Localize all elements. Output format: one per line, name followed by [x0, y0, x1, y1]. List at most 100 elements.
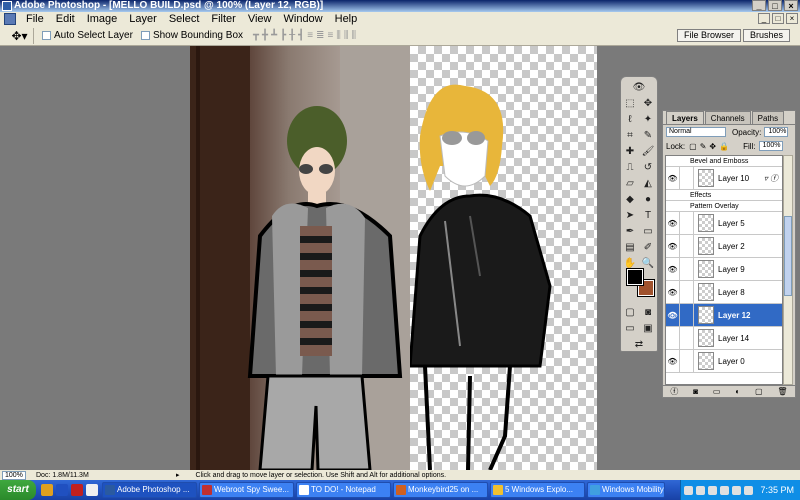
menu-view[interactable]: View — [242, 13, 278, 25]
marquee-tool-icon[interactable]: ⬚ — [623, 97, 638, 111]
dodge-tool-icon[interactable]: ● — [641, 193, 656, 207]
brushes-tab[interactable]: Brushes — [742, 29, 790, 42]
checkbox-box[interactable] — [140, 31, 150, 40]
layer-effect-row[interactable]: Effects — [666, 190, 782, 201]
taskbar-button-photoshop[interactable]: Adobe Photoshop ... — [102, 482, 197, 498]
opacity-field[interactable]: 100% — [764, 127, 789, 137]
brush-link-icon[interactable] — [680, 304, 694, 326]
layer-effect-row[interactable]: Bevel and Emboss — [666, 156, 782, 167]
jump-to-imageready-icon[interactable]: ⇄ — [632, 338, 647, 352]
close-button[interactable]: × — [784, 0, 798, 11]
start-button[interactable]: start — [0, 480, 36, 500]
layer-row[interactable]: 👁 Layer 0 — [666, 350, 782, 373]
layer-mask-icon[interactable]: ◙ — [693, 387, 698, 396]
tab-channels[interactable]: Channels — [704, 111, 751, 124]
layer-row[interactable]: 👁 Layer 2 — [666, 235, 782, 258]
tray-icon[interactable] — [684, 485, 694, 495]
lock-image-icon[interactable]: ✎ — [700, 142, 707, 151]
move-tool-icon[interactable]: ✥ — [641, 97, 656, 111]
lock-transparency-icon[interactable]: ▢ — [689, 142, 697, 151]
doc-close-button[interactable]: × — [786, 13, 798, 24]
quick-launch-icon[interactable] — [41, 484, 53, 496]
align-left-icon[interactable]: ┣ — [280, 30, 286, 41]
standard-screen-mode-icon[interactable]: ▭ — [623, 322, 638, 336]
layer-row-selected[interactable]: 👁 Layer 12 — [666, 304, 782, 327]
menu-image[interactable]: Image — [81, 13, 124, 25]
visibility-eye-icon[interactable] — [666, 327, 680, 349]
menu-edit[interactable]: Edit — [50, 13, 81, 25]
layer-style-icon[interactable]: ⓕ — [670, 386, 678, 397]
new-layer-icon[interactable]: ▢ — [755, 387, 763, 396]
visibility-eye-icon[interactable]: 👁 — [666, 235, 680, 257]
menu-help[interactable]: Help — [329, 13, 364, 25]
tab-layers[interactable]: Layers — [666, 111, 704, 124]
layer-effects-icon[interactable]: ▿ ⓕ — [764, 173, 778, 184]
quick-mask-mode-icon[interactable]: ◙ — [641, 306, 656, 320]
layer-row[interactable]: 👁 Layer 9 — [666, 258, 782, 281]
eraser-tool-icon[interactable]: ▱ — [623, 177, 638, 191]
adobe-online-icon[interactable]: 👁 — [632, 81, 647, 95]
show-bounding-box-checkbox[interactable]: Show Bounding Box — [140, 30, 243, 41]
minimize-button[interactable]: _ — [752, 0, 766, 11]
link-box[interactable] — [680, 281, 694, 303]
slice-tool-icon[interactable]: ✎ — [641, 129, 656, 143]
lock-all-icon[interactable]: 🔒 — [719, 142, 729, 151]
eyedropper-tool-icon[interactable]: ✐ — [641, 241, 656, 255]
foreground-color-swatch[interactable] — [626, 268, 644, 286]
doc-minimize-button[interactable]: _ — [758, 13, 770, 24]
magic-wand-tool-icon[interactable]: ✦ — [641, 113, 656, 127]
quick-launch-icon[interactable] — [86, 484, 98, 496]
align-vcenter-icon[interactable]: ╋ — [262, 30, 268, 41]
menu-file[interactable]: File — [20, 13, 50, 25]
distribute-hcenter-icon[interactable]: ⫼ — [344, 30, 349, 41]
standard-mode-icon[interactable]: ▢ — [623, 306, 638, 320]
menu-select[interactable]: Select — [163, 13, 206, 25]
paint-bucket-tool-icon[interactable]: ◭ — [641, 177, 656, 191]
layer-row[interactable]: 👁 Layer 8 — [666, 281, 782, 304]
auto-select-layer-checkbox[interactable]: Auto Select Layer — [42, 30, 133, 41]
taskbar-button-notepad[interactable]: TO DO! - Notepad — [296, 482, 391, 498]
tray-icon[interactable] — [744, 485, 754, 495]
healing-brush-tool-icon[interactable]: ✚ — [623, 145, 638, 159]
align-top-icon[interactable]: ┳ — [253, 30, 259, 41]
taskbar-button-mobility[interactable]: Windows Mobility ... — [587, 482, 665, 498]
delete-layer-icon[interactable]: 🗑 — [777, 387, 787, 396]
layer-effect-row[interactable]: Pattern Overlay — [666, 201, 782, 212]
photoshop-logo-icon[interactable] — [4, 13, 16, 25]
pen-tool-icon[interactable]: ✒ — [623, 225, 638, 239]
align-hcenter-icon[interactable]: ╂ — [289, 30, 295, 41]
align-bottom-icon[interactable]: ┻ — [271, 30, 277, 41]
link-box[interactable] — [680, 327, 694, 349]
brush-tool-icon[interactable]: 🖌 — [641, 145, 656, 159]
layer-row[interactable]: 👁 Layer 10 ▿ ⓕ — [666, 167, 782, 190]
adjustment-layer-icon[interactable]: ◐ — [735, 387, 740, 396]
maximize-button[interactable]: □ — [768, 0, 782, 11]
tray-icon[interactable] — [696, 485, 706, 495]
tab-paths[interactable]: Paths — [751, 111, 785, 124]
lock-position-icon[interactable]: ✥ — [709, 142, 716, 151]
tray-icon[interactable] — [720, 485, 730, 495]
layers-scrollbar[interactable] — [783, 155, 793, 385]
layer-row[interactable]: 👁 Layer 5 — [666, 212, 782, 235]
distribute-bottom-icon[interactable]: ≡ — [327, 30, 333, 41]
distribute-vcenter-icon[interactable]: ≣ — [316, 30, 324, 41]
link-box[interactable] — [680, 167, 694, 189]
tray-icon[interactable] — [708, 485, 718, 495]
menu-window[interactable]: Window — [278, 13, 329, 25]
zoom-field[interactable]: 100% — [2, 470, 26, 480]
distribute-top-icon[interactable]: ≡ — [307, 30, 313, 41]
tray-icon[interactable] — [732, 485, 742, 495]
link-box[interactable] — [680, 235, 694, 257]
history-brush-tool-icon[interactable]: ↺ — [641, 161, 656, 175]
menu-layer[interactable]: Layer — [123, 13, 163, 25]
align-right-icon[interactable]: ┫ — [298, 30, 304, 41]
shape-tool-icon[interactable]: ▭ — [641, 225, 656, 239]
notes-tool-icon[interactable]: ▤ — [623, 241, 638, 255]
new-set-icon[interactable]: ▭ — [713, 387, 721, 396]
document-info[interactable]: Doc: 1.8M/11.3M — [36, 472, 176, 479]
visibility-eye-icon[interactable]: 👁 — [666, 350, 680, 372]
clone-stamp-tool-icon[interactable]: ⎍ — [623, 161, 638, 175]
taskbar-button-browser[interactable]: Monkeybird25 on ... — [393, 482, 488, 498]
blend-mode-select[interactable]: Normal — [666, 127, 726, 137]
type-tool-icon[interactable]: T — [641, 209, 656, 223]
